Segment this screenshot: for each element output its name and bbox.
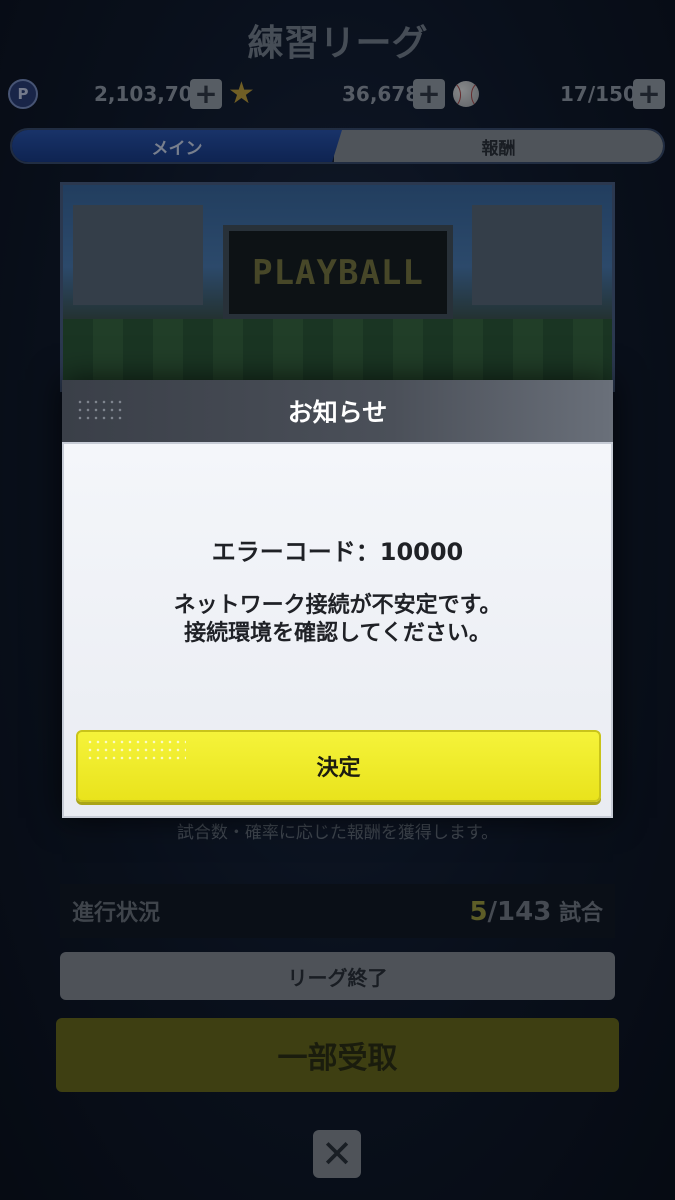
- dialog-header: お知らせ: [62, 380, 613, 442]
- dot-pattern: [76, 398, 126, 424]
- error-message: ネットワーク接続が不安定です。 接続環境を確認してください。: [64, 592, 611, 648]
- error-code: エラーコード：10000: [211, 538, 464, 566]
- confirm-label: 決定: [316, 756, 361, 781]
- dialog-title: お知らせ: [287, 398, 388, 427]
- dot-pattern: [86, 738, 186, 764]
- confirm-button[interactable]: 決定: [76, 730, 601, 802]
- dialog-body: エラーコード：10000 ネットワーク接続が不安定です。 接続環境を確認してくだ…: [62, 442, 613, 818]
- notice-dialog: お知らせ エラーコード：10000 ネットワーク接続が不安定です。 接続環境を確…: [62, 380, 613, 818]
- error-message-line1: ネットワーク接続が不安定です。: [173, 593, 502, 618]
- error-message-line2: 接続環境を確認してください。: [184, 621, 491, 646]
